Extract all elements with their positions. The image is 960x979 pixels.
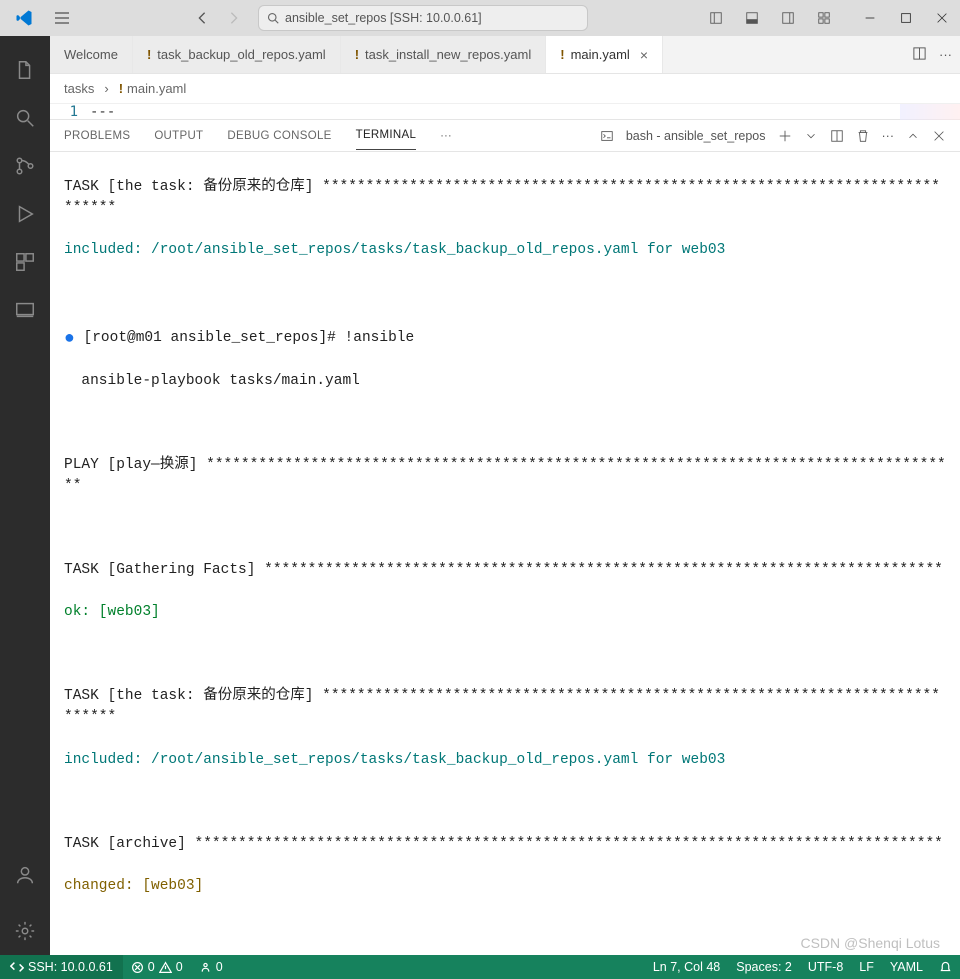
layout-panel-icon[interactable] (734, 0, 770, 36)
editor-line: --- (90, 104, 115, 120)
terminal-line: ansible-playbook tasks/main.yaml (64, 371, 946, 392)
layout-customize-icon[interactable] (806, 0, 842, 36)
terminal-line: TASK [the task: 备份原来的仓库] ***************… (64, 686, 946, 728)
extensions-icon[interactable] (0, 238, 50, 286)
terminal-line: PLAY [play—换源] *************************… (64, 455, 946, 497)
run-debug-icon[interactable] (0, 190, 50, 238)
panel-tab-problems[interactable]: PROBLEMS (64, 122, 130, 150)
editor[interactable]: 1 --- (50, 104, 960, 120)
panel-tab-terminal[interactable]: TERMINAL (356, 121, 417, 150)
status-eol[interactable]: LF (851, 960, 882, 974)
nav-group (186, 4, 250, 32)
split-terminal-icon[interactable] (830, 129, 844, 143)
terminal-output[interactable]: TASK [the task: 备份原来的仓库] ***************… (50, 152, 960, 955)
nav-forward-button[interactable] (218, 4, 250, 32)
status-language[interactable]: YAML (882, 960, 931, 974)
settings-gear-icon[interactable] (0, 907, 50, 955)
tab-label: task_install_new_repos.yaml (365, 47, 531, 62)
tab-welcome[interactable]: Welcome (50, 36, 133, 73)
status-spaces[interactable]: Spaces: 2 (728, 960, 800, 974)
nav-back-button[interactable] (186, 4, 218, 32)
window-maximize-button[interactable] (888, 0, 924, 36)
error-count: 0 (148, 960, 155, 974)
explorer-icon[interactable] (0, 46, 50, 94)
panel-tab-output[interactable]: OUTPUT (154, 122, 203, 150)
accounts-icon[interactable] (0, 851, 50, 899)
status-notifications-icon[interactable] (931, 960, 960, 973)
terminal-title[interactable]: bash - ansible_set_repos (626, 129, 766, 143)
remote-indicator[interactable]: SSH: 10.0.0.61 (0, 955, 123, 979)
panel-tab-debug[interactable]: DEBUG CONSOLE (227, 122, 331, 150)
tab-main[interactable]: ! main.yaml × (546, 36, 663, 73)
menu-icon[interactable] (48, 10, 76, 26)
terminal-line: TASK [Gathering Facts] *****************… (64, 560, 946, 581)
status-encoding[interactable]: UTF-8 (800, 960, 851, 974)
command-center-text: ansible_set_repos [SSH: 10.0.0.61] (285, 11, 482, 25)
status-ports[interactable]: 0 (191, 955, 231, 979)
close-icon[interactable]: × (640, 47, 648, 63)
terminal-shell-icon[interactable] (600, 129, 614, 143)
more-icon[interactable]: ··· (882, 129, 895, 143)
chevron-down-icon[interactable] (804, 129, 818, 143)
terminal-line: changed: [web03] (64, 876, 946, 897)
kill-terminal-icon[interactable] (856, 129, 870, 143)
layout-sidebar-left-icon[interactable] (698, 0, 734, 36)
more-actions-icon[interactable]: ··· (939, 47, 952, 62)
remote-explorer-icon[interactable] (0, 286, 50, 334)
split-editor-icon[interactable] (912, 46, 927, 64)
vscode-logo (0, 9, 48, 27)
terminal-line: included: /root/ansible_set_repos/tasks/… (64, 240, 946, 261)
line-number: 1 (60, 104, 90, 120)
terminal-line: ok: [web03] (64, 602, 946, 623)
yaml-icon: ! (355, 47, 359, 62)
maximize-panel-icon[interactable] (906, 129, 920, 143)
tab-install[interactable]: ! task_install_new_repos.yaml (341, 36, 547, 73)
remote-label: SSH: 10.0.0.61 (28, 960, 113, 974)
close-panel-icon[interactable] (932, 129, 946, 143)
terminal-line: TASK [the task: 备份原来的仓库] ***************… (64, 177, 946, 219)
warning-count: 0 (176, 960, 183, 974)
tab-backup[interactable]: ! task_backup_old_repos.yaml (133, 36, 341, 73)
more-icon[interactable]: ··· (440, 130, 452, 142)
terminal-line: included: /root/ansible_set_repos/tasks/… (64, 750, 946, 771)
tabs-container: Welcome ! task_backup_old_repos.yaml ! tas… (50, 36, 960, 74)
source-control-icon[interactable] (0, 142, 50, 190)
new-terminal-icon[interactable] (778, 129, 792, 143)
titlebar: ansible_set_repos [SSH: 10.0.0.61] (0, 0, 960, 36)
panel-tabs: PROBLEMS OUTPUT DEBUG CONSOLE TERMINAL ·… (50, 120, 960, 152)
terminal-line: TASK [archive] *************************… (64, 834, 946, 855)
bullet-icon: ● (64, 329, 75, 349)
yaml-icon: ! (560, 47, 564, 62)
tab-label: task_backup_old_repos.yaml (157, 47, 325, 62)
port-count: 0 (216, 960, 223, 974)
editor-group: Welcome !task_backup_old_repos.yaml !tas… (50, 36, 960, 955)
search-icon[interactable] (0, 94, 50, 142)
panel: PROBLEMS OUTPUT DEBUG CONSOLE TERMINAL ·… (50, 120, 960, 955)
layout-sidebar-right-icon[interactable] (770, 0, 806, 36)
chevron-right-icon: › (104, 81, 108, 96)
window-minimize-button[interactable] (852, 0, 888, 36)
tab-label: Welcome (64, 47, 118, 62)
breadcrumb-segment[interactable]: tasks (64, 81, 94, 96)
activity-bar (0, 36, 50, 955)
breadcrumb-segment[interactable]: main.yaml (127, 81, 186, 96)
status-lncol[interactable]: Ln 7, Col 48 (645, 960, 728, 974)
status-problems[interactable]: 0 0 (123, 955, 191, 979)
tab-label: main.yaml (571, 47, 630, 62)
window-close-button[interactable] (924, 0, 960, 36)
breadcrumb[interactable]: tasks › ! main.yaml (50, 74, 960, 104)
yaml-icon: ! (119, 81, 123, 96)
terminal-line: ● [root@m01 ansible_set_repos]# !ansible (64, 324, 946, 350)
command-center[interactable]: ansible_set_repos [SSH: 10.0.0.61] (258, 5, 588, 31)
yaml-icon: ! (147, 47, 151, 62)
status-bar: SSH: 10.0.0.61 0 0 0 Ln 7, Col 48 Spaces… (0, 955, 960, 979)
